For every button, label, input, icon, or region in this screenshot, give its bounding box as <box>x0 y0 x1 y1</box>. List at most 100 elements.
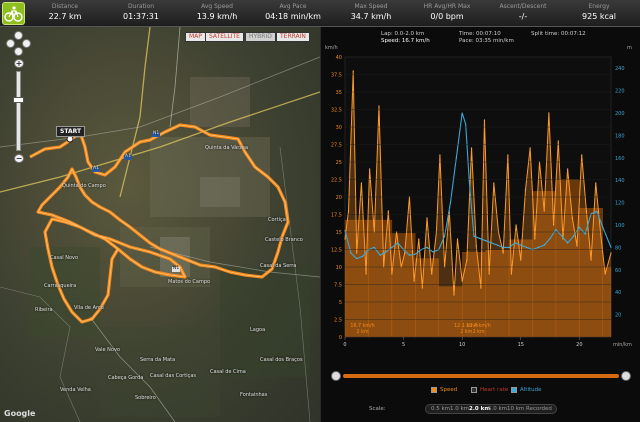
stat-label: Avg Speed <box>201 3 233 10</box>
altitude-point <box>391 246 393 248</box>
speed-point <box>585 210 587 212</box>
altitude-point <box>473 235 475 237</box>
cycling-icon[interactable] <box>2 2 25 25</box>
speed-point <box>520 259 522 261</box>
speed-point <box>576 245 578 247</box>
stat-value: 34.7 km/h <box>350 12 392 21</box>
altitude-point <box>362 255 364 257</box>
scrubber-track[interactable] <box>343 374 619 378</box>
altitude-point <box>555 228 557 230</box>
google-logo: Google <box>4 409 36 418</box>
scale-options: 0.5 km 1.0 km 2.0 km 5.0 km 10 km Record… <box>425 404 557 414</box>
altitude-point <box>490 242 492 244</box>
left-tick-label: 22.5 <box>331 178 342 184</box>
lap-annotation-speed: 12.4 km/h <box>466 323 490 329</box>
speed-point <box>567 168 569 170</box>
route-map[interactable]: MAP SATELLITE HYBRID TERRAIN + − START Q… <box>0 27 320 422</box>
road-label: A1 <box>93 166 99 171</box>
speed-point <box>510 273 512 275</box>
place-label: Quinta da Várzea <box>205 145 249 151</box>
scale-option-2km[interactable]: 2.0 km <box>469 406 490 413</box>
right-tick-label: 240 <box>615 66 625 72</box>
map-type-hybrid-button[interactable]: HYBRID <box>245 32 276 42</box>
scale-option-1km[interactable]: 1.0 km <box>450 406 469 413</box>
place-label: Cortiça <box>268 217 286 223</box>
heart-rate-checkbox[interactable] <box>471 386 477 393</box>
map-type-terrain-button[interactable]: TERRAIN <box>276 32 310 42</box>
x-tick-label: 5 <box>402 342 405 348</box>
lap-annotation-distance: 2 km <box>357 329 369 335</box>
altitude-point <box>444 235 446 237</box>
altitude-point <box>561 235 563 237</box>
altitude-point <box>426 246 428 248</box>
stat-heart-rate: HR Avg/HR Max 0/0 bpm <box>408 2 486 23</box>
place-label: Casal da Serra <box>260 263 297 269</box>
place-label: Casal de Cima <box>210 369 246 375</box>
altitude-checkbox[interactable] <box>511 386 517 393</box>
stat-ascent-descent: Ascent/Descent -/- <box>484 2 562 23</box>
place-label: Vale Novo <box>95 347 120 353</box>
lap-annotation-speed: 16.7 km/h <box>350 323 374 329</box>
stat-value: 01:37:31 <box>123 12 159 21</box>
speed-point <box>507 154 509 156</box>
speed-checkbox[interactable] <box>431 386 437 393</box>
place-label: Casal Novo <box>50 255 79 261</box>
lap-annotation-distance: 2 km <box>460 329 472 335</box>
speed-point <box>352 70 354 72</box>
place-label: Vila de Arco <box>74 305 104 311</box>
scale-label: Scale: <box>369 406 386 412</box>
altitude-point <box>379 254 381 256</box>
legend-speed[interactable]: Speed <box>431 385 457 395</box>
place-label: Castelo Branco <box>265 237 303 243</box>
altitude-point <box>526 246 528 248</box>
legend-altitude[interactable]: Altitude <box>511 385 542 395</box>
left-tick-label: 17.5 <box>331 213 342 219</box>
right-tick-label: 200 <box>615 111 625 117</box>
speed-point <box>466 259 468 261</box>
speed-point <box>557 140 559 142</box>
pan-right-icon[interactable] <box>22 39 31 48</box>
scrubber-start-handle[interactable] <box>331 371 341 381</box>
scrubber-end-handle[interactable] <box>621 371 631 381</box>
speed-point <box>488 273 490 275</box>
zoom-in-icon[interactable]: + <box>14 59 24 68</box>
stats-bar: Distance 22.7 km Duration 01:37:31 Avg S… <box>0 0 640 27</box>
altitude-point <box>514 242 516 244</box>
map-type-map-button[interactable]: MAP <box>185 32 206 42</box>
speed-altitude-chart[interactable]: 40 37.5 35 32.5 30 27.5 25 22.5 20 17.5 15 12.5 10 7.… <box>321 27 640 367</box>
speed-point <box>461 280 463 282</box>
left-tick-label: 7.5 <box>334 283 342 289</box>
stat-value: 04:18 min/km <box>265 12 321 21</box>
time-range-scrubber[interactable] <box>331 371 631 381</box>
altitude-point <box>502 246 504 248</box>
place-label: Ribeira <box>35 307 53 313</box>
altitude-point <box>508 246 510 248</box>
pan-down-icon[interactable] <box>14 47 23 56</box>
left-tick-label: 25 <box>336 160 342 166</box>
speed-point <box>470 147 473 149</box>
speed-point <box>475 245 477 247</box>
stat-label: Energy <box>588 3 610 10</box>
speed-point <box>581 154 583 156</box>
scale-option-0-5km[interactable]: 0.5 km <box>431 406 450 413</box>
stat-energy: Energy 925 kcal <box>560 2 638 23</box>
altitude-point <box>596 211 598 213</box>
right-tick-label: 80 <box>615 245 621 251</box>
zoom-out-icon[interactable]: − <box>14 154 24 163</box>
map-type-satellite-button[interactable]: SATELLITE <box>205 32 244 42</box>
scale-option-5km[interactable]: 5.0 km <box>488 406 507 413</box>
legend-heart-rate[interactable]: Heart rate <box>471 385 508 395</box>
pan-up-icon[interactable] <box>14 31 23 40</box>
bike-glyph <box>4 6 23 22</box>
legend-label: Speed <box>440 387 458 393</box>
pan-left-icon[interactable] <box>6 39 15 48</box>
altitude-point <box>408 254 410 256</box>
zoom-handle[interactable] <box>13 97 24 103</box>
altitude-point <box>397 242 399 244</box>
zoom-slider[interactable] <box>16 71 21 151</box>
speed-point <box>404 252 406 254</box>
place-label: Serra da Mata <box>140 357 176 363</box>
left-tick-label: 32.5 <box>331 108 342 114</box>
scale-option-10km[interactable]: 10 km <box>507 406 524 413</box>
scale-option-recorded[interactable]: Recorded <box>526 406 552 413</box>
